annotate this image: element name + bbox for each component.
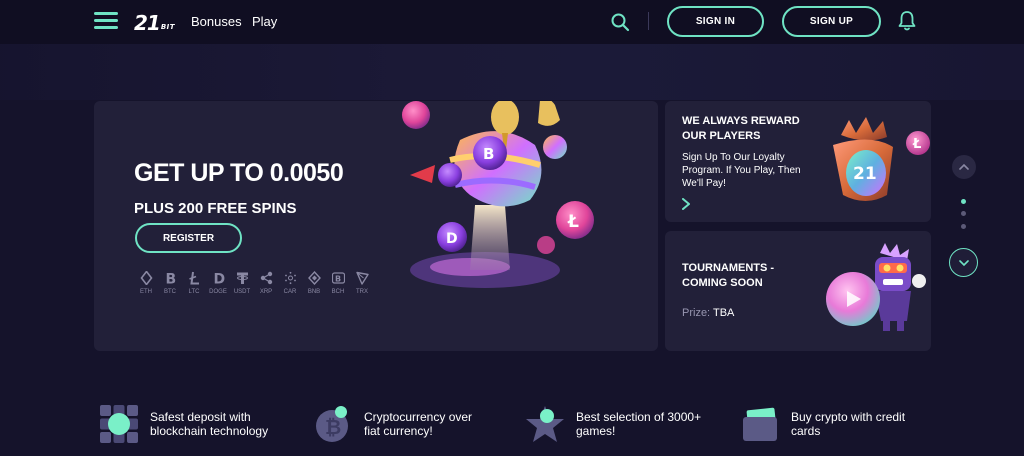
chevron-down-icon bbox=[958, 259, 969, 266]
prize-info: Prize: TBA bbox=[682, 307, 734, 319]
feature-buy-crypto: Buy crypto with credit cards bbox=[739, 402, 921, 446]
cardano-icon bbox=[284, 271, 296, 285]
star-icon bbox=[526, 406, 564, 442]
svg-text:Ł: Ł bbox=[567, 212, 579, 232]
svg-text:B: B bbox=[165, 272, 176, 286]
coin-trx: TRX bbox=[350, 271, 374, 295]
btc-icon: B bbox=[165, 272, 176, 286]
nav-play[interactable]: Play bbox=[252, 14, 277, 29]
slider-dot-2[interactable] bbox=[961, 211, 966, 216]
bell-icon[interactable] bbox=[897, 10, 917, 32]
slider-next-button[interactable] bbox=[949, 248, 978, 277]
ltc-icon bbox=[188, 271, 199, 285]
chevron-up-icon bbox=[959, 163, 969, 170]
coin-doge: D DOGE bbox=[209, 271, 227, 296]
tournament-title: TOURNAMENTS - COMING SOON bbox=[682, 262, 775, 289]
coin-cardano: CAR bbox=[278, 271, 302, 295]
sign-up-button[interactable]: SIGN UP bbox=[782, 6, 881, 37]
svg-text:B: B bbox=[335, 275, 341, 284]
top-header: 21 BIT Bonuses Play SIGN IN SIGN UP bbox=[0, 0, 1024, 44]
logo-text: BIT bbox=[160, 23, 176, 31]
feature-games: Best selection of 3000+ games! bbox=[524, 402, 716, 446]
loyalty-card[interactable]: WE ALWAYS REWARD OUR PLAYERS Sign Up To … bbox=[665, 101, 931, 222]
prize-label: Prize: bbox=[682, 307, 711, 319]
wallet-card-icon bbox=[743, 407, 777, 441]
slider-dot-1[interactable] bbox=[961, 199, 966, 204]
menu-icon[interactable] bbox=[94, 12, 118, 30]
feature-safe-deposit: Safest deposit with blockchain technolog… bbox=[98, 402, 290, 446]
header-divider bbox=[648, 12, 649, 30]
banner-title: GET UP TO 0.0050 bbox=[134, 159, 344, 187]
loyalty-text: Sign Up To Our Loyalty Program. If You P… bbox=[682, 152, 801, 189]
feature-text: Safest deposit with blockchain technolog… bbox=[150, 410, 269, 438]
logo-number: 21 bbox=[134, 11, 161, 35]
loyalty-title: WE ALWAYS REWARD OUR PLAYERS bbox=[682, 115, 800, 142]
feature-text: Best selection of 3000+ games! bbox=[576, 410, 702, 438]
slider-prev-button[interactable] bbox=[952, 155, 976, 179]
bnb-icon bbox=[307, 271, 321, 285]
svg-text:D: D bbox=[446, 231, 458, 247]
banner-subtitle: PLUS 200 FREE SPINS bbox=[134, 200, 297, 217]
coin-btc: B BTC bbox=[164, 271, 176, 296]
coin-eth: ETH bbox=[134, 271, 158, 295]
coin-ltc: LTC bbox=[182, 271, 206, 295]
chevron-right-icon[interactable] bbox=[681, 198, 691, 210]
svg-text:D: D bbox=[213, 272, 225, 286]
tournament-card[interactable]: TOURNAMENTS - COMING SOON Prize: TBA bbox=[665, 231, 931, 351]
xrp-icon bbox=[260, 271, 272, 285]
coin-usdt: USDT bbox=[230, 271, 254, 295]
svg-text:B: B bbox=[483, 145, 494, 163]
supported-coins: ETH B BTC LTC D DOGE USDT XRP CAR BNB B … bbox=[134, 271, 374, 295]
mascot-coins-illustration: B Ł D bbox=[402, 101, 594, 288]
coin-bnb: BNB bbox=[302, 271, 326, 295]
nav-bonuses[interactable]: Bonuses bbox=[191, 14, 242, 29]
trx-icon bbox=[355, 271, 369, 285]
sign-in-button[interactable]: SIGN IN bbox=[667, 6, 764, 37]
svg-text:Ł: Ł bbox=[912, 137, 921, 152]
register-button[interactable]: REGISTER bbox=[135, 223, 242, 253]
bch-icon: B bbox=[331, 272, 345, 284]
feature-text: Buy crypto with credit cards bbox=[791, 410, 906, 438]
feature-crypto: ₿ Cryptocurrency over fiat currency! bbox=[312, 402, 484, 446]
background-band bbox=[0, 44, 1024, 100]
promo-banner[interactable]: GET UP TO 0.0050 PLUS 200 FREE SPINS REG… bbox=[94, 101, 658, 351]
coin-xrp: XRP bbox=[254, 271, 278, 295]
badge-number: 21 bbox=[853, 164, 877, 184]
bitcoin-coin-icon: ₿ bbox=[316, 406, 348, 442]
feature-text: Cryptocurrency over fiat currency! bbox=[364, 410, 473, 438]
site-logo[interactable]: 21 BIT bbox=[134, 8, 175, 34]
loyalty-trophy-illustration: 21 Ł bbox=[833, 117, 930, 201]
usdt-icon bbox=[236, 272, 248, 284]
slider-dot-3[interactable] bbox=[961, 224, 966, 229]
tournament-mascot-illustration bbox=[826, 243, 926, 331]
doge-icon: D bbox=[213, 272, 225, 286]
coin-bch: B BCH bbox=[326, 271, 350, 295]
search-icon[interactable] bbox=[610, 12, 630, 32]
prize-value: TBA bbox=[712, 307, 735, 319]
eth-icon bbox=[139, 271, 153, 285]
blockchain-icon bbox=[100, 405, 138, 443]
svg-text:₿: ₿ bbox=[325, 415, 341, 439]
